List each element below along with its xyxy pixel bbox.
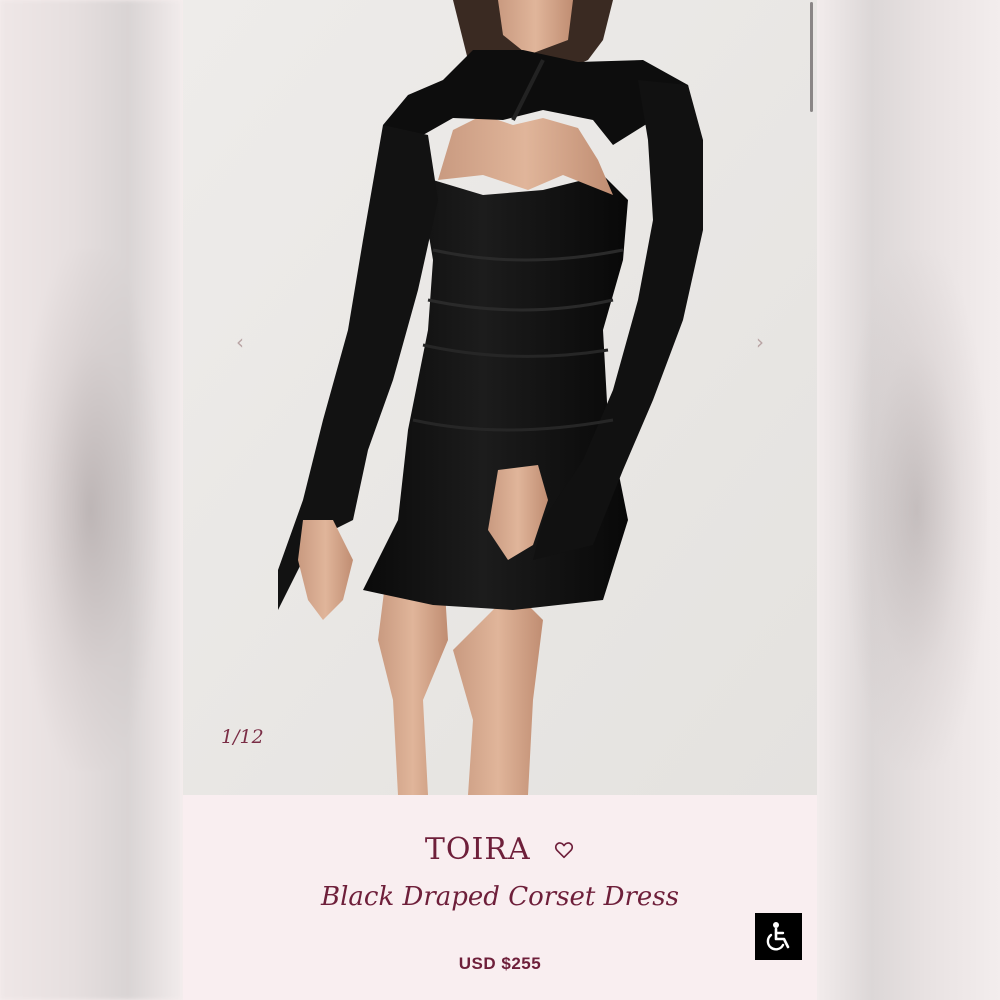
wheelchair-icon	[766, 922, 790, 951]
scrollbar[interactable]	[810, 2, 813, 112]
chevron-right-icon: ›	[756, 330, 764, 354]
heart-outline-icon[interactable]	[553, 839, 575, 861]
next-image-button[interactable]: ›	[748, 330, 772, 354]
product-price: USD $255	[458, 954, 542, 973]
product-title: Black Draped Corset Dress	[321, 882, 679, 912]
product-page: ‹ › 1/12 TOIRA Black Draped Corset Dress…	[183, 0, 817, 1000]
product-photo	[183, 0, 817, 795]
screenshot-frame: ‹ › 1/12 TOIRA Black Draped Corset Dress…	[0, 0, 1000, 1000]
blurred-background-left	[0, 0, 183, 1000]
image-counter: 1/12	[221, 726, 264, 748]
chevron-left-icon: ‹	[236, 330, 244, 354]
blurred-background-right	[817, 0, 1000, 1000]
product-image-gallery[interactable]: ‹ › 1/12	[183, 0, 817, 795]
accessibility-button[interactable]	[755, 913, 802, 960]
brand-row: TOIRA	[183, 832, 817, 867]
previous-image-button[interactable]: ‹	[228, 330, 252, 354]
brand-name[interactable]: TOIRA	[425, 832, 531, 867]
